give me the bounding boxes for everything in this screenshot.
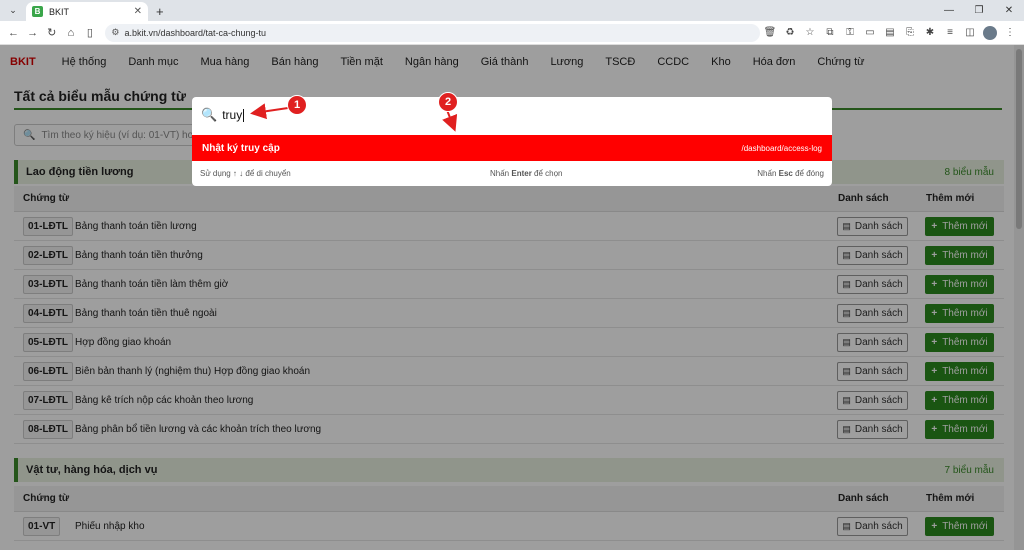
extensions-icon[interactable]: ⧉ <box>820 23 840 43</box>
footer-esc-pre: Nhấn <box>757 169 779 178</box>
new-tab-icon[interactable]: + <box>156 4 164 19</box>
footer-enter-hint: Nhấn Enter để chọn <box>490 169 563 178</box>
tab-search-icon[interactable]: ⌄ <box>4 1 22 19</box>
footer-esc-hint: Nhấn Esc để đóng <box>757 169 824 178</box>
palette-result-item[interactable]: Nhật ký truy cập /dashboard/access-log <box>192 135 832 161</box>
url-text: a.bkit.vn/dashboard/tat-ca-chung-tu <box>124 27 267 38</box>
profile-avatar[interactable] <box>983 25 997 40</box>
sidebar-icon[interactable]: ▯ <box>80 23 99 43</box>
browser-tabbar: ⌄ B BKIT ✕ + — ❐ ✕ <box>0 0 1024 21</box>
bug-icon[interactable]: ✱ <box>920 23 940 43</box>
result-path: /dashboard/access-log <box>741 143 823 153</box>
reload-icon[interactable]: ↻ <box>42 23 61 43</box>
card-icon[interactable]: ▭ <box>860 23 880 43</box>
star-icon[interactable]: ☆ <box>800 23 820 43</box>
site-info-icon[interactable]: ⚙ <box>111 27 119 38</box>
window-close-icon[interactable]: ✕ <box>994 0 1024 21</box>
trash-icon[interactable]: 🗑 <box>760 23 780 43</box>
enter-key: Enter <box>511 169 532 178</box>
footer-esc-post: để đóng <box>792 169 824 178</box>
back-icon[interactable]: ← <box>4 23 23 43</box>
esc-key: Esc <box>778 169 793 178</box>
address-bar[interactable]: ⚙ a.bkit.vn/dashboard/tat-ca-chung-tu <box>105 23 760 42</box>
split-icon[interactable]: ◫ <box>960 23 980 43</box>
footer-enter-pre: Nhấn <box>490 169 512 178</box>
menu-icon[interactable]: ⋮ <box>1000 23 1020 43</box>
text-caret <box>243 108 245 122</box>
footer-enter-post: để chọn <box>531 169 563 178</box>
browser-tab[interactable]: B BKIT ✕ <box>26 2 148 21</box>
result-title: Nhật ký truy cập <box>202 142 280 154</box>
reading-mode-icon[interactable]: ▤ <box>880 23 900 43</box>
forward-icon[interactable]: → <box>23 23 42 43</box>
toolbar-icons: 🗑 ♻ ☆ ⧉ ⚿ ▭ ▤ ⎘ ✱ ≡ ◫ ⋮ <box>760 23 1020 43</box>
palette-query: truy <box>222 108 243 122</box>
favicon: B <box>32 6 43 17</box>
annotation-marker-2: 2 <box>438 92 458 112</box>
window-controls: — ❐ ✕ <box>934 0 1024 21</box>
home-icon[interactable]: ⌂ <box>61 23 80 43</box>
key-icon[interactable]: ⚿ <box>840 23 860 43</box>
search-icon: 🔍 <box>201 107 218 122</box>
tab-title: BKIT <box>49 6 70 17</box>
palette-footer: Sử dụng ↑ ↓ để di chuyển Nhấn Enter để c… <box>192 161 832 186</box>
footer-navigate-hint: Sử dụng ↑ ↓ để di chuyển <box>200 169 291 178</box>
recycle-icon[interactable]: ♻ <box>780 23 800 43</box>
minimize-icon[interactable]: — <box>934 0 964 21</box>
restore-icon[interactable]: ❐ <box>964 0 994 21</box>
annotation-marker-1: 1 <box>287 95 307 115</box>
playlist-icon[interactable]: ≡ <box>940 23 960 43</box>
close-icon[interactable]: ✕ <box>134 6 142 17</box>
browser-toolbar: ← → ↻ ⌂ ▯ ⚙ a.bkit.vn/dashboard/tat-ca-c… <box>0 21 1024 45</box>
translate-icon[interactable]: ⎘ <box>900 23 920 43</box>
